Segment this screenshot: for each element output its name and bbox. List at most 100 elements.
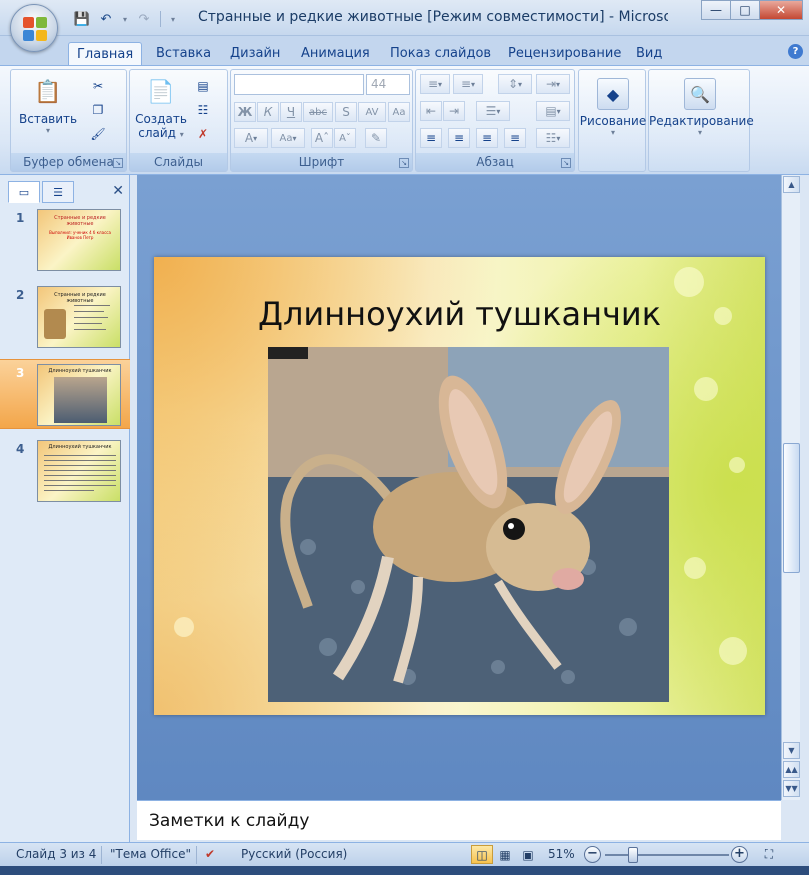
slide-thumbnail-2[interactable]: 2 Странные и редкие животные [0,282,130,352]
format-painter-icon[interactable]: 🖌 [87,124,109,144]
slide-sorter-icon[interactable]: ▦ [494,845,516,864]
align-center-icon[interactable]: ≡ [448,128,470,148]
tab-review[interactable]: Рецензирование [500,42,629,66]
columns-icon[interactable]: ☰ ▾ [476,101,510,121]
thumbnail-title: Странные и редкие животные [54,215,106,227]
numbering-icon[interactable]: ≡ ▾ [453,74,483,94]
customize-qat-icon[interactable]: ▾ [167,10,179,28]
help-icon[interactable]: ? [788,44,803,59]
slides-tab-icon[interactable]: ▭ [8,181,40,203]
copy-icon[interactable]: ❐ [87,100,109,120]
change-case-dropdown-icon[interactable]: Aa ▾ [271,128,305,148]
jerboa-photo[interactable] [268,347,669,702]
thumbnail-title: Длинноухий тушканчик [48,444,112,450]
undo-dropdown-icon[interactable]: ▾ [120,10,130,28]
slide-thumbnail-4[interactable]: 4 Длинноухий тушканчик [0,436,130,506]
underline-icon[interactable]: Ч [280,102,302,122]
justify-icon[interactable]: ≡ [504,128,526,148]
office-button[interactable] [10,4,58,52]
text-direction-icon[interactable]: ⇥ ▾ [536,74,570,94]
editing-dropdown-icon: ▾ [697,128,702,137]
decrease-indent-icon[interactable]: ⇤ [420,101,442,121]
close-panel-icon[interactable]: ✕ [112,183,124,199]
language[interactable]: Русский (Россия) [241,847,347,861]
tab-view[interactable]: Вид [628,42,670,66]
cut-icon[interactable]: ✂ [87,76,109,96]
paste-button[interactable]: 📋 Вставить ▾ [19,76,78,136]
zoom-in-icon[interactable]: + [731,846,748,863]
outline-tab-icon[interactable]: ☰ [42,181,74,203]
font-color-icon[interactable]: A ▾ [234,128,268,148]
normal-view-icon[interactable]: ◫ [471,845,493,864]
slide-thumbnail-1[interactable]: 1 Странные и редкие животные Выполнил: у… [0,205,130,275]
tab-animation[interactable]: Анимация [293,42,378,66]
thumbnail-number: 4 [16,442,25,456]
taskbar [0,866,809,875]
thumbnail-image: Странные и редкие животные [37,286,121,348]
maximize-button[interactable]: □ [730,0,760,20]
scroll-up-icon[interactable]: ▲ [783,176,800,193]
char-spacing-icon[interactable]: AV [358,102,386,122]
reset-icon[interactable]: ☷ [192,100,214,120]
delete-slide-icon[interactable]: ✗ [192,124,214,144]
close-button[interactable]: ✕ [759,0,803,20]
slide-thumbnail-3[interactable]: 3 Длинноухий тушканчик [0,359,130,429]
minimize-button[interactable]: — [701,0,731,20]
redo-icon[interactable]: ↷ [134,10,154,28]
tab-home[interactable]: Главная [68,42,143,66]
font-name-input[interactable] [234,74,364,95]
paragraph-launcher-icon[interactable]: ↘ [561,158,571,168]
tab-insert[interactable]: Вставка [148,42,219,66]
clipboard-launcher-icon[interactable]: ↘ [113,158,123,168]
vertical-scrollbar[interactable]: ▲ ▼ ▲▲ ▼▼ [781,175,800,800]
italic-icon[interactable]: К [257,102,279,122]
next-slide-icon[interactable]: ▼▼ [783,780,800,797]
theme-name[interactable]: "Тема Office" [110,847,191,861]
current-slide[interactable]: Длинноухий тушканчик [154,257,765,715]
zoom-level[interactable]: 51% [548,847,575,861]
clear-formatting-icon[interactable]: ✎ [365,128,387,148]
undo-icon[interactable]: ↶ [96,10,116,28]
new-slide-dropdown-icon: ▾ [179,130,184,139]
shadow-icon[interactable]: S [335,102,357,122]
notes-placeholder[interactable]: Заметки к слайду [149,811,309,831]
scroll-down-icon[interactable]: ▼ [783,742,800,759]
previous-slide-icon[interactable]: ▲▲ [783,761,800,778]
scroll-thumb[interactable] [783,443,800,573]
shrink-font-icon[interactable]: Aˇ [334,128,356,148]
notes-pane[interactable]: Заметки к слайду [137,800,781,840]
slide-workspace: Длинноухий тушканчик [137,175,781,800]
strikethrough-icon[interactable]: abc [303,102,333,122]
editing-label: Редактирование [649,114,754,128]
slide-title[interactable]: Длинноухий тушканчик [154,295,765,333]
align-left-icon[interactable]: ≡ [420,128,442,148]
title-bar: 💾 ↶ ▾ ↷ ▾ Странные и редкие животные [Ре… [0,0,809,52]
new-slide-button[interactable]: 📄 Создать слайд ▾ [132,76,190,141]
slides-panel: ▭ ☰ ✕ 1 Странные и редкие животные Выпол… [0,175,130,842]
increase-indent-icon[interactable]: ⇥ [443,101,465,121]
change-case-icon[interactable]: Aa [388,102,410,122]
zoom-out-icon[interactable]: − [584,846,601,863]
save-icon[interactable]: 💾 [72,10,92,28]
line-spacing-icon[interactable]: ⇕ ▾ [498,74,532,94]
drawing-button[interactable]: ◆ Рисование ▾ [579,78,647,137]
layout-icon[interactable]: ▤ [192,76,214,96]
zoom-slider-thumb[interactable] [628,847,638,863]
font-size-input[interactable]: 44 [366,74,410,95]
smartart-icon[interactable]: ☷ ▾ [536,128,570,148]
align-text-icon[interactable]: ▤ ▾ [536,101,570,121]
editing-button[interactable]: 🔍 Редактирование ▾ [649,78,754,137]
font-launcher-icon[interactable]: ↘ [399,158,409,168]
slideshow-view-icon[interactable]: ▣ [517,845,539,864]
spelling-check-icon[interactable]: ✔ [205,847,215,861]
bold-icon[interactable]: Ж [234,102,256,122]
tab-slideshow[interactable]: Показ слайдов [382,42,499,66]
fit-to-window-icon[interactable]: ⛶ [758,845,780,864]
zoom-slider-track[interactable] [605,854,729,856]
align-right-icon[interactable]: ≡ [476,128,498,148]
tab-design[interactable]: Дизайн [222,42,288,66]
grow-font-icon[interactable]: Aˆ [311,128,333,148]
bullets-icon[interactable]: ≡ ▾ [420,74,450,94]
ribbon-tabs: Главная Вставка Дизайн Анимация Показ сл… [0,36,809,66]
paste-label: Вставить [19,112,78,126]
